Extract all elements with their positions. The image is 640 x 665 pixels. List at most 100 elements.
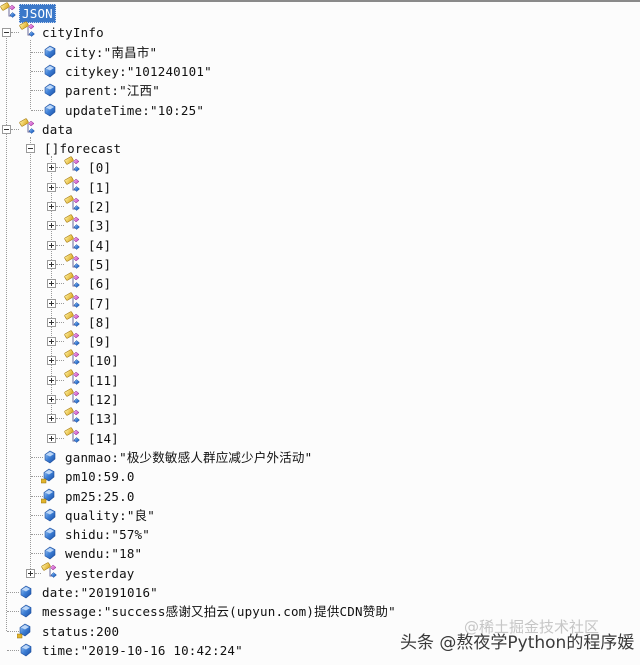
field-key: quality [65, 507, 120, 523]
field-key: pm25 [65, 488, 96, 504]
object-icon [41, 562, 59, 583]
tree-connector [56, 437, 64, 439]
object-icon [64, 330, 82, 351]
tree-connector [30, 136, 31, 573]
expand-toggle[interactable] [47, 279, 56, 289]
field-key: shidu [65, 527, 104, 543]
object-icon [64, 369, 82, 390]
tree-connector [56, 283, 64, 285]
tree-node-yesterday[interactable]: yesterday [65, 564, 135, 583]
object-icon [19, 118, 37, 139]
array-index: [10] [88, 353, 119, 369]
field-key: city [65, 44, 96, 60]
tree-node-forecast-item[interactable]: [0] [88, 158, 111, 177]
tree-field-pm25[interactable]: pm25 : 25.0 [65, 487, 135, 506]
tree-connector [31, 456, 43, 458]
object-icon [64, 311, 82, 332]
object-icon [64, 407, 82, 428]
tree-field-city[interactable]: city : "南昌市" [65, 43, 157, 62]
field-key: ganmao [65, 449, 112, 465]
tree-node-cityInfo[interactable]: cityInfo [42, 23, 104, 42]
expand-toggle[interactable] [26, 568, 35, 578]
expand-toggle[interactable] [47, 433, 56, 443]
object-icon [64, 349, 82, 370]
tree-field-updateTime[interactable]: updateTime : "10:25" [65, 101, 204, 120]
value-icon [44, 527, 56, 544]
tree-field-wendu[interactable]: wendu : "18" [65, 544, 142, 563]
tree-node-forecast-item[interactable]: [2] [88, 197, 111, 216]
tree-connector [7, 592, 19, 593]
watermark: 头条 @熬夜学Python的程序媛 [400, 633, 635, 653]
tree-node-forecast-item[interactable]: [7] [88, 294, 111, 313]
field-separator: : [103, 527, 112, 543]
field-value: 25.0 [103, 488, 135, 504]
tree-node-forecast-item[interactable]: [10] [88, 351, 119, 370]
tree-node-forecast[interactable]: [] forecast [44, 139, 121, 158]
tree-field-date[interactable]: date : "20191016" [42, 583, 158, 602]
window-top-border [0, 0, 640, 2]
expand-toggle[interactable] [47, 337, 56, 347]
tree-connector [11, 32, 19, 34]
tree-field-time[interactable]: time : "2019-10-16 10:42:24" [42, 641, 243, 660]
tree-connector [56, 225, 64, 227]
tree-field-message[interactable]: message : "success感谢又拍云(upyun.com)提供CDN赞… [42, 602, 396, 621]
tree-connector [56, 206, 64, 207]
expand-toggle[interactable] [47, 240, 56, 250]
tree-node-forecast-item[interactable]: [6] [88, 274, 111, 293]
expand-toggle[interactable] [47, 163, 56, 173]
expand-toggle[interactable] [47, 395, 56, 404]
tree-field-status[interactable]: status : 200 [42, 622, 119, 641]
tree-node-data[interactable]: data [42, 120, 73, 139]
expand-toggle[interactable] [47, 298, 56, 308]
value-icon [44, 450, 56, 467]
tree-node-forecast-item[interactable]: [3] [88, 216, 111, 235]
tree-connector [31, 553, 43, 555]
field-value: "20191016" [80, 585, 158, 600]
node-key: yesterday [65, 565, 135, 581]
tree-field-shidu[interactable]: shidu : "57%" [65, 525, 150, 544]
tree-node-forecast-item[interactable]: [4] [88, 236, 111, 255]
tree-node-forecast-item[interactable]: [12] [88, 390, 119, 409]
tree-node-forecast-item[interactable]: [13] [88, 409, 119, 428]
collapse-toggle[interactable] [26, 144, 35, 154]
expand-toggle[interactable] [47, 202, 56, 211]
tree-field-citykey[interactable]: citykey : "101240101" [65, 62, 212, 81]
tree-node-root[interactable]: JSON [19, 4, 56, 23]
tree-node-forecast-item[interactable]: [5] [88, 255, 111, 274]
expand-toggle[interactable] [47, 317, 56, 327]
array-index: [14] [88, 430, 119, 446]
tree-field-pm10[interactable]: pm10 : 59.0 [65, 467, 135, 486]
tree-node-forecast-item[interactable]: [8] [88, 313, 111, 332]
tree-connector [56, 263, 64, 265]
tree-connector [31, 51, 43, 53]
expand-toggle[interactable] [47, 221, 56, 231]
tree-connector [7, 649, 19, 651]
tree-connector [31, 90, 43, 92]
field-key: date [42, 585, 73, 600]
tree-field-parent[interactable]: parent : "江西" [65, 81, 160, 100]
expand-toggle[interactable] [47, 414, 56, 424]
tree-node-forecast-item[interactable]: [11] [88, 371, 119, 390]
object-icon [64, 272, 82, 293]
field-separator: : [142, 102, 150, 118]
expand-toggle[interactable] [47, 259, 56, 269]
tree-node-forecast-item[interactable]: [1] [88, 178, 111, 197]
tree-connector [56, 321, 64, 323]
array-index: [11] [88, 372, 119, 388]
expand-toggle[interactable] [47, 375, 56, 385]
field-key: status [42, 623, 89, 639]
value-icon [20, 585, 32, 602]
tree-node-forecast-item[interactable]: [14] [88, 429, 119, 448]
field-separator: : [72, 642, 81, 658]
field-separator: : [95, 469, 104, 485]
tree-field-ganmao[interactable]: ganmao : "极少数敏感人群应减少户外活动" [65, 448, 312, 467]
tree-node-forecast-item[interactable]: [9] [88, 332, 111, 351]
number-value-icon [41, 488, 55, 507]
expand-toggle[interactable] [47, 182, 56, 192]
collapse-toggle[interactable] [2, 124, 11, 134]
expand-toggle[interactable] [47, 356, 56, 366]
collapse-toggle[interactable] [2, 28, 11, 38]
tree-field-quality[interactable]: quality : "良" [65, 506, 155, 525]
field-value: "18" [111, 546, 143, 562]
object-icon [0, 2, 18, 23]
